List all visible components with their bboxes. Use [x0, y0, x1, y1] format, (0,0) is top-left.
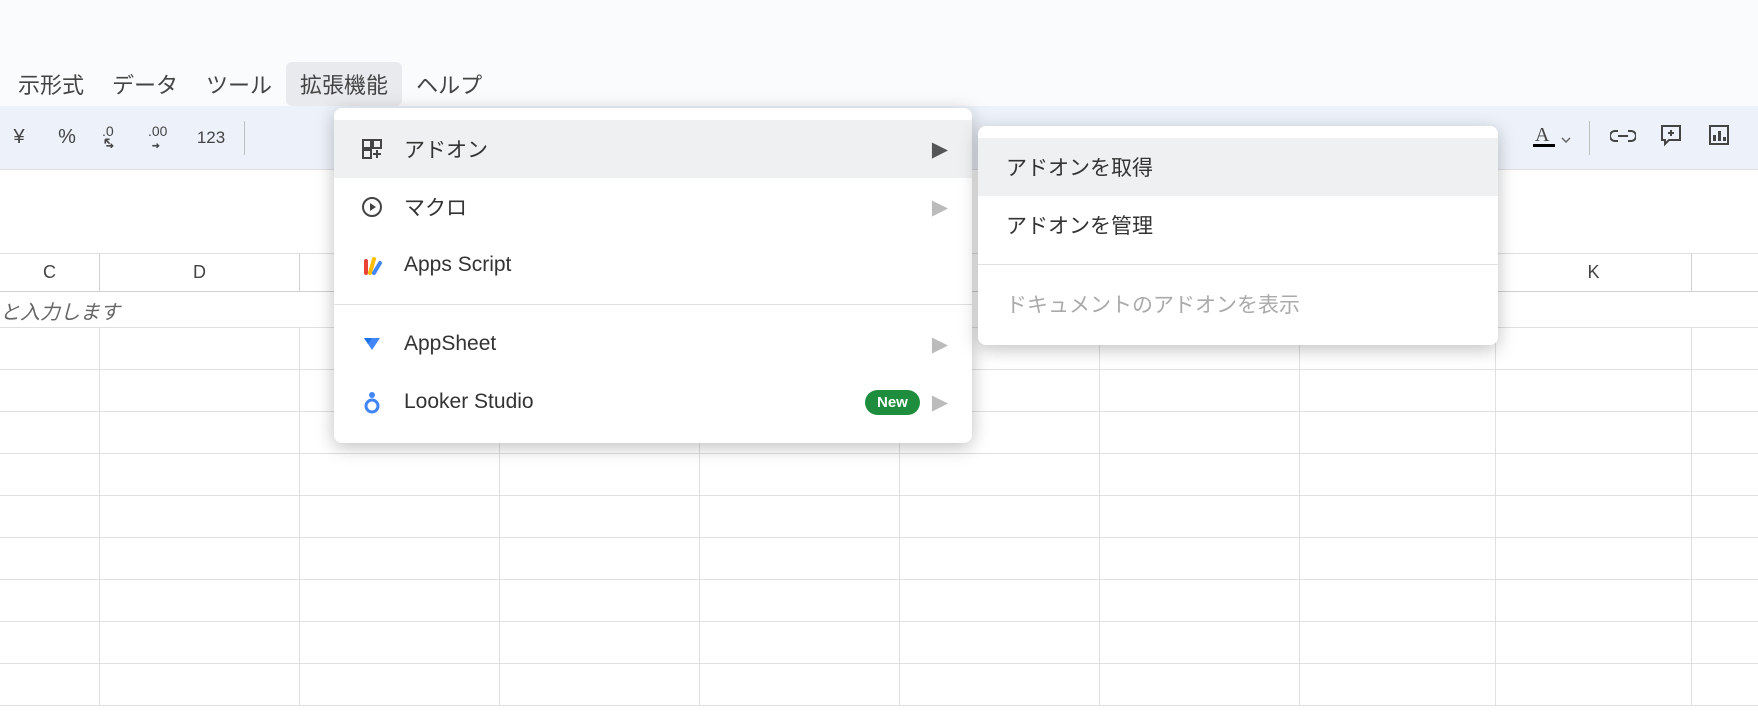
menu-item-label: Looker Studio — [404, 390, 534, 414]
extensions-menu: アドオン ▶ マクロ ▶ Apps Script AppSheet ▶ Look… — [334, 108, 972, 443]
submenu-item-label: アドオンを取得 — [1006, 152, 1153, 182]
menu-data[interactable]: データ — [98, 62, 192, 106]
column-header[interactable]: D — [100, 254, 300, 291]
menu-item-appsheet[interactable]: AppSheet ▶ — [334, 315, 972, 373]
insert-link-button[interactable] — [1608, 120, 1638, 156]
chevron-down-icon — [1561, 126, 1571, 149]
menu-divider — [978, 264, 1498, 265]
menu-item-addons[interactable]: アドオン ▶ — [334, 120, 972, 178]
svg-text:A: A — [1535, 124, 1550, 146]
submenu-arrow-icon: ▶ — [932, 137, 948, 162]
text-color-icon: A — [1533, 123, 1555, 153]
looker-icon — [358, 388, 386, 416]
appsheet-icon — [358, 330, 386, 358]
number-format-button[interactable]: 123 — [196, 120, 226, 156]
formula-placeholder-text: と入力します — [0, 292, 120, 327]
svg-text:.0: .0 — [102, 123, 114, 139]
column-header[interactable]: C — [0, 254, 100, 291]
apps-script-icon — [358, 251, 386, 279]
submenu-view-doc-addons: ドキュメントのアドオンを表示 — [978, 275, 1498, 333]
submenu-arrow-icon: ▶ — [932, 195, 948, 220]
menu-item-apps-script[interactable]: Apps Script — [334, 236, 972, 294]
menu-help[interactable]: ヘルプ — [402, 62, 496, 106]
menu-item-label: アドオン — [404, 134, 488, 164]
decrease-decimal-icon: .0 — [102, 122, 128, 154]
submenu-arrow-icon: ▶ — [932, 332, 948, 357]
addons-submenu: アドオンを取得 アドオンを管理 ドキュメントのアドオンを表示 — [978, 126, 1498, 345]
insert-comment-button[interactable] — [1656, 120, 1686, 156]
menu-item-label: Apps Script — [404, 253, 511, 277]
comment-icon — [1659, 123, 1683, 153]
column-header[interactable]: K — [1496, 254, 1692, 291]
menu-divider — [334, 304, 972, 305]
addons-icon — [358, 135, 386, 163]
menu-bar: 示形式 データ ツール 拡張機能 ヘルプ — [0, 62, 1758, 106]
insert-chart-button[interactable] — [1704, 120, 1734, 156]
percent-button[interactable]: % — [52, 120, 82, 156]
submenu-arrow-icon: ▶ — [932, 390, 948, 415]
menu-tools[interactable]: ツール — [192, 62, 286, 106]
menu-item-label: マクロ — [404, 192, 467, 222]
toolbar-divider — [244, 121, 245, 155]
increase-decimal-button[interactable]: .00 — [148, 120, 178, 156]
decrease-decimal-button[interactable]: .0 — [100, 120, 130, 156]
submenu-manage-addons[interactable]: アドオンを管理 — [978, 196, 1498, 254]
menu-format[interactable]: 示形式 — [4, 62, 98, 106]
submenu-item-label: ドキュメントのアドオンを表示 — [1006, 289, 1300, 319]
submenu-item-label: アドオンを管理 — [1006, 210, 1153, 240]
svg-text:.00: .00 — [148, 123, 168, 139]
menu-item-label: AppSheet — [404, 332, 496, 356]
menu-item-looker-studio[interactable]: Looker Studio New ▶ — [334, 373, 972, 431]
link-icon — [1610, 126, 1636, 149]
chart-icon — [1707, 123, 1731, 153]
text-color-button[interactable]: A — [1533, 120, 1571, 156]
macro-icon — [358, 193, 386, 221]
new-badge: New — [865, 390, 920, 415]
menu-extensions[interactable]: 拡張機能 — [286, 62, 402, 106]
increase-decimal-icon: .00 — [148, 122, 178, 154]
currency-button[interactable]: ¥ — [4, 120, 34, 156]
toolbar-divider — [1589, 121, 1590, 155]
menu-item-macro[interactable]: マクロ ▶ — [334, 178, 972, 236]
submenu-get-addons[interactable]: アドオンを取得 — [978, 138, 1498, 196]
